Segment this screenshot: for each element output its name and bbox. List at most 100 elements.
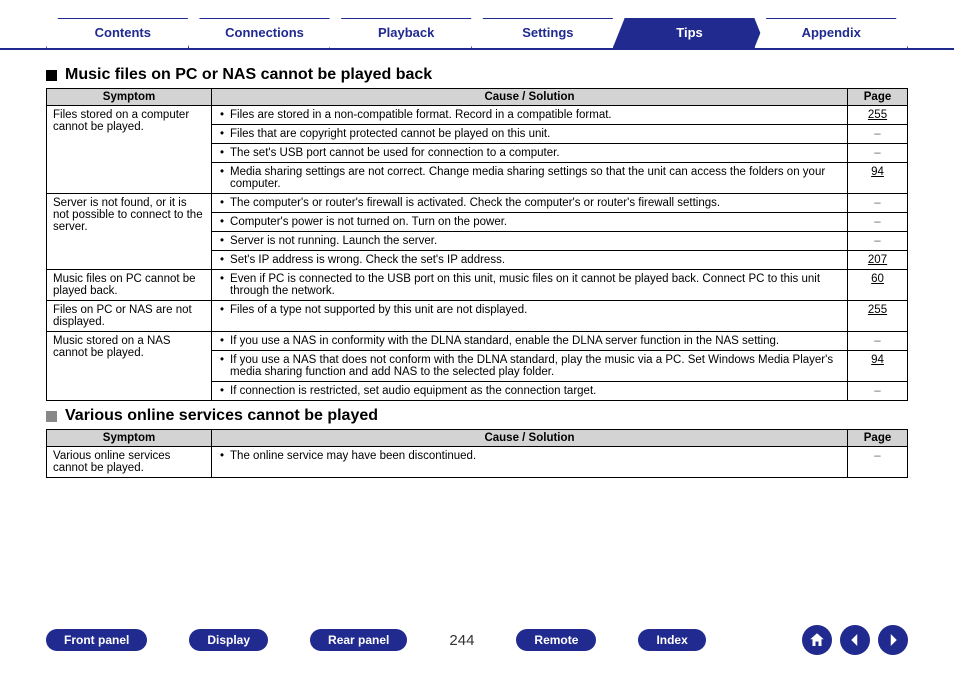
cause-cell: The set's USB port cannot be used for co…: [212, 144, 848, 163]
page-dash: –: [874, 385, 880, 397]
page-cell: –: [848, 125, 908, 144]
cause-text: The set's USB port cannot be used for co…: [218, 147, 841, 159]
tab-settings[interactable]: Settings: [471, 18, 625, 48]
page-cell: –: [848, 382, 908, 401]
symptom-cell: Files on PC or NAS are not displayed.: [47, 301, 212, 332]
cause-cell: If connection is restricted, set audio e…: [212, 382, 848, 401]
page-dash: –: [874, 216, 880, 228]
tab-label: Tips: [676, 25, 703, 40]
cause-cell: If you use a NAS in conformity with the …: [212, 332, 848, 351]
tab-appendix[interactable]: Appendix: [754, 18, 908, 48]
pill-display[interactable]: Display: [189, 629, 268, 651]
tab-tips[interactable]: Tips: [613, 18, 767, 48]
page-dash: –: [874, 450, 880, 462]
tab-label: Playback: [378, 25, 434, 40]
square-bullet-icon: [46, 70, 57, 81]
symptom-cell: Various online services cannot be played…: [47, 447, 212, 478]
tab-label: Appendix: [802, 25, 861, 40]
page-cell: –: [848, 332, 908, 351]
page-cell: 255: [848, 301, 908, 332]
tab-contents[interactable]: Contents: [46, 18, 200, 48]
section-heading: Various online services cannot be played: [46, 407, 908, 425]
page-cell: 94: [848, 163, 908, 194]
table-header-cause: Cause / Solution: [212, 430, 848, 447]
cause-text: Set's IP address is wrong. Check the set…: [218, 254, 841, 266]
pill-front-panel[interactable]: Front panel: [46, 629, 147, 651]
cause-cell: Files are stored in a non-compatible for…: [212, 106, 848, 125]
next-icon[interactable]: [878, 625, 908, 655]
cause-cell: If you use a NAS that does not conform w…: [212, 351, 848, 382]
tab-label: Settings: [522, 25, 573, 40]
symptom-cell: Music files on PC cannot be played back.: [47, 270, 212, 301]
cause-text: Server is not running. Launch the server…: [218, 235, 841, 247]
page-cell: 255: [848, 106, 908, 125]
home-icon[interactable]: [802, 625, 832, 655]
cause-cell: Files of a type not supported by this un…: [212, 301, 848, 332]
table-header-page: Page: [848, 430, 908, 447]
page-dash: –: [874, 197, 880, 209]
page-link[interactable]: 94: [871, 354, 884, 366]
page-cell: –: [848, 144, 908, 163]
page-cell: –: [848, 213, 908, 232]
cause-cell: The computer's or router's firewall is a…: [212, 194, 848, 213]
cause-text: Files of a type not supported by this un…: [218, 304, 841, 316]
cause-cell: The online service may have been discont…: [212, 447, 848, 478]
bottom-nav: Front panelDisplayRear panel244RemoteInd…: [0, 625, 954, 655]
cause-cell: Set's IP address is wrong. Check the set…: [212, 251, 848, 270]
page-dash: –: [874, 235, 880, 247]
table-header-symptom: Symptom: [47, 89, 212, 106]
symptom-cell: Server is not found, or it is not possib…: [47, 194, 212, 270]
square-bullet-icon: [46, 411, 57, 422]
page-cell: –: [848, 232, 908, 251]
symptom-cell: Music stored on a NAS cannot be played.: [47, 332, 212, 401]
page-cell: –: [848, 447, 908, 478]
tab-playback[interactable]: Playback: [329, 18, 483, 48]
cause-text: If you use a NAS that does not conform w…: [218, 354, 841, 378]
page-link[interactable]: 207: [868, 254, 887, 266]
troubleshoot-table: SymptomCause / SolutionPageFiles stored …: [46, 88, 908, 401]
page-link[interactable]: 255: [868, 304, 887, 316]
pill-index[interactable]: Index: [638, 629, 705, 651]
pill-rear-panel[interactable]: Rear panel: [310, 629, 407, 651]
page-link[interactable]: 60: [871, 273, 884, 285]
tab-label: Contents: [95, 25, 151, 40]
page-link[interactable]: 94: [871, 166, 884, 178]
cause-text: Files are stored in a non-compatible for…: [218, 109, 841, 121]
page-dash: –: [874, 147, 880, 159]
troubleshoot-table: SymptomCause / SolutionPage Various onlin…: [46, 429, 908, 478]
cause-cell: Files that are copyright protected canno…: [212, 125, 848, 144]
table-row: Server is not found, or it is not possib…: [47, 194, 908, 213]
cause-text: Computer's power is not turned on. Turn …: [218, 216, 841, 228]
page-cell: 94: [848, 351, 908, 382]
table-header-cause: Cause / Solution: [212, 89, 848, 106]
table-row: Various online services cannot be played…: [47, 447, 908, 478]
tab-label: Connections: [225, 25, 304, 40]
cause-text: The computer's or router's firewall is a…: [218, 197, 841, 209]
table-header-symptom: Symptom: [47, 430, 212, 447]
page-cell: 207: [848, 251, 908, 270]
cause-text: The online service may have been discont…: [218, 450, 841, 462]
page-dash: –: [874, 128, 880, 140]
prev-icon[interactable]: [840, 625, 870, 655]
page-cell: 60: [848, 270, 908, 301]
table-row: Files on PC or NAS are not displayed. Fil…: [47, 301, 908, 332]
table-row: Files stored on a computer cannot be pla…: [47, 106, 908, 125]
page-cell: –: [848, 194, 908, 213]
top-tabs: Contents Connections Playback Settings Tips A…: [0, 0, 954, 50]
pill-remote[interactable]: Remote: [516, 629, 596, 651]
content: Music files on PC or NAS cannot be playe…: [0, 50, 954, 478]
cause-text: Even if PC is connected to the USB port …: [218, 273, 841, 297]
cause-text: If connection is restricted, set audio e…: [218, 385, 841, 397]
cause-text: Files that are copyright protected canno…: [218, 128, 841, 140]
page-link[interactable]: 255: [868, 109, 887, 121]
table-header-page: Page: [848, 89, 908, 106]
section-heading: Music files on PC or NAS cannot be playe…: [46, 66, 908, 84]
cause-text: Media sharing settings are not correct. …: [218, 166, 841, 190]
cause-cell: Server is not running. Launch the server…: [212, 232, 848, 251]
tab-connections[interactable]: Connections: [188, 18, 342, 48]
cause-cell: Media sharing settings are not correct. …: [212, 163, 848, 194]
section-heading-text: Various online services cannot be played: [65, 407, 378, 425]
cause-text: If you use a NAS in conformity with the …: [218, 335, 841, 347]
section-heading-text: Music files on PC or NAS cannot be playe…: [65, 66, 432, 84]
table-row: Music stored on a NAS cannot be played.I…: [47, 332, 908, 351]
